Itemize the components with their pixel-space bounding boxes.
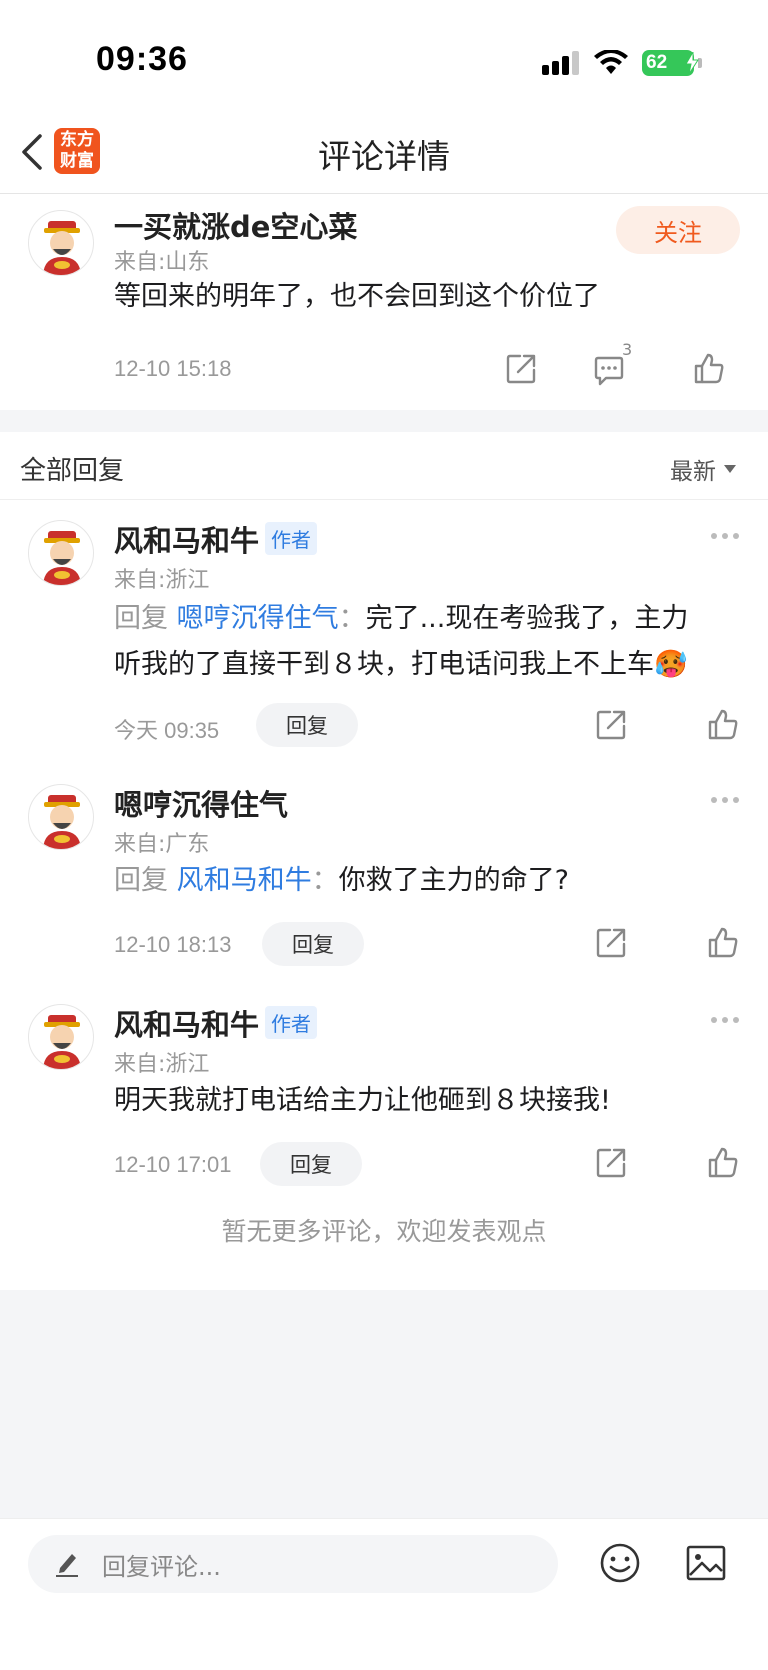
replies-list: 风和马和牛 作者 来自:浙江 回复 嗯哼沉得住气：完了...现在考验我了，主力听我… (0, 500, 768, 1290)
more-options-icon[interactable] (710, 1016, 740, 1024)
like-icon[interactable] (692, 352, 726, 386)
location: 来自:浙江 (114, 568, 210, 593)
charging-bolt-icon (685, 52, 699, 74)
list-item: 风和马和牛 作者 来自:浙江 回复 嗯哼沉得住气：完了...现在考验我了，主力听我… (0, 500, 768, 748)
sort-dropdown[interactable]: 最新 (670, 452, 736, 486)
author-badge: 作者 (265, 1006, 318, 1039)
navbar: 东方 财富 评论详情 (0, 110, 768, 194)
reply-button[interactable]: 回复 (256, 703, 358, 747)
avatar-caishen-icon (43, 531, 81, 585)
reply-content: 回复 嗯哼沉得住气：完了...现在考验我了，主力听我的了直接干到８块，打电话问我… (114, 596, 714, 688)
no-more-comments: 暂无更多评论，欢迎发表观点 (221, 1217, 547, 1246)
mention-link[interactable]: 嗯哼沉得住气 (177, 603, 339, 634)
page-title: 评论详情 (318, 137, 450, 176)
emoji: 🥵 (654, 649, 688, 680)
username[interactable]: 一买就涨de空心菜 (114, 204, 357, 246)
more-options-icon[interactable] (710, 796, 740, 804)
username-text: 风和马和牛 (114, 1008, 260, 1042)
username-text: 风和马和牛 (114, 524, 260, 558)
avatar-caishen-icon (43, 221, 81, 275)
emoji-icon[interactable] (598, 1541, 642, 1585)
sort-label: 最新 (670, 459, 716, 485)
like-icon[interactable] (706, 926, 740, 960)
cellular-signal-icon (542, 51, 579, 75)
avatar[interactable] (28, 1004, 94, 1070)
reply-time: 12-10 18:13 (114, 932, 232, 957)
location: 来自:浙江 (114, 1052, 210, 1077)
comment-content: 等回来的明年了，也不会回到这个价位了 (114, 281, 600, 312)
avatar[interactable] (28, 520, 94, 586)
status-bar: 09:36 62 (0, 0, 768, 110)
status-time: 09:36 (96, 40, 188, 78)
avatar-caishen-icon (43, 795, 81, 849)
location: 来自:山东 (114, 250, 210, 275)
comment-icon[interactable] (592, 354, 626, 388)
username[interactable]: 风和马和牛 作者 (114, 518, 318, 560)
comment-count: 3 (622, 340, 633, 359)
reply-button[interactable]: 回复 (262, 922, 364, 966)
main-comment: 一买就涨de空心菜 来自:山东 关注 等回来的明年了，也不会回到这个价位了 12… (0, 194, 768, 410)
like-icon[interactable] (706, 1146, 740, 1180)
avatar-caishen-icon (43, 1015, 81, 1069)
separator: ： (311, 865, 339, 896)
more-options-icon[interactable] (710, 532, 740, 540)
avatar[interactable] (28, 210, 94, 276)
reply-prefix: 回复 (114, 603, 168, 634)
like-icon[interactable] (706, 708, 740, 742)
reply-time: 12-10 17:01 (114, 1152, 232, 1177)
mention-link[interactable]: 风和马和牛 (177, 865, 312, 896)
bottom-bar: 回复评论... (0, 1518, 768, 1670)
share-icon[interactable] (594, 926, 628, 960)
status-icons: 62 (542, 46, 702, 80)
reply-time: 今天 09:35 (114, 718, 220, 743)
battery-level: 62 (646, 52, 668, 73)
replies-header: 全部回复 最新 (0, 432, 768, 500)
share-icon[interactable] (594, 708, 628, 742)
share-icon[interactable] (594, 1146, 628, 1180)
author-badge: 作者 (265, 522, 318, 555)
list-item: 嗯哼沉得住气 来自:广东 回复 风和马和牛：你救了主力的命了? 12-10 18… (0, 764, 768, 966)
follow-button[interactable]: 关注 (616, 206, 740, 254)
battery-indicator: 62 (642, 50, 699, 76)
username[interactable]: 嗯哼沉得住气 (114, 782, 288, 824)
reply-input[interactable]: 回复评论... (28, 1535, 558, 1593)
reply-content: 明天我就打电话给主力让他砸到８块接我! (114, 1085, 611, 1116)
image-icon[interactable] (684, 1541, 728, 1585)
avatar[interactable] (28, 784, 94, 850)
section-title: 全部回复 (20, 456, 125, 486)
pencil-icon (56, 1554, 78, 1577)
reply-text: 你救了主力的命了? (338, 865, 569, 896)
reply-button[interactable]: 回复 (260, 1142, 362, 1186)
separator: ： (338, 603, 366, 634)
location: 来自:广东 (114, 832, 210, 857)
reply-input-placeholder: 回复评论... (102, 1552, 221, 1581)
wifi-icon (594, 50, 628, 74)
username[interactable]: 风和马和牛 作者 (114, 1002, 318, 1044)
reply-content: 回复 风和马和牛：你救了主力的命了? (114, 858, 714, 904)
reply-prefix: 回复 (114, 865, 168, 896)
share-icon[interactable] (504, 352, 538, 386)
comment-time: 12-10 15:18 (114, 356, 232, 381)
chevron-down-icon (724, 465, 736, 473)
list-item: 风和马和牛 作者 来自:浙江 明天我就打电话给主力让他砸到８块接我! 12-10 … (0, 984, 768, 1186)
